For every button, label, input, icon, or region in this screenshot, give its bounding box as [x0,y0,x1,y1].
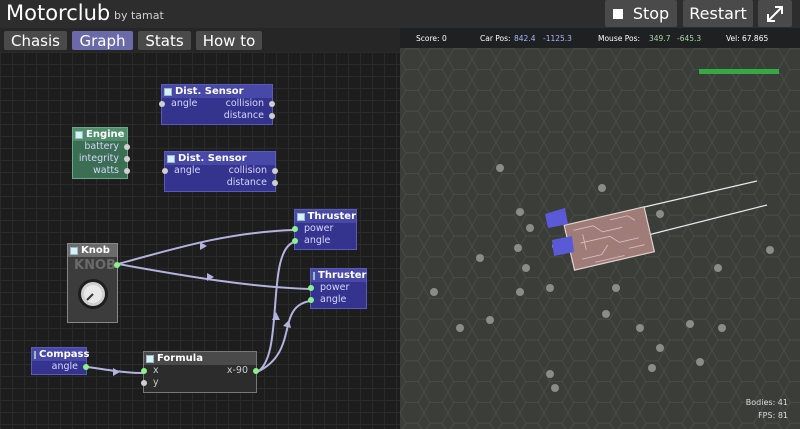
restart-button[interactable]: Restart [683,0,753,27]
game-viewport[interactable]: Score: 0 Car Pos: 842.4 -1125.3 Mouse Po… [400,28,800,429]
output-port[interactable] [269,101,275,107]
tab-label: How to [202,31,256,50]
node-title: Formula [157,353,203,364]
wire-arrow [283,320,291,328]
port-label: angle [171,98,198,109]
wire-knob-thruster1 [117,229,295,265]
sensor-ray [639,180,758,209]
port-label: angle [304,235,331,246]
output-port[interactable] [269,113,275,119]
port-label: x [153,365,159,376]
node-title: Dist. Sensor [178,153,247,164]
port-label: y [153,377,159,388]
output-port[interactable] [83,364,89,370]
stop-icon [612,8,623,19]
node-title: Knob [81,245,110,256]
port-label: distance [226,177,267,188]
wire-arrow [207,273,214,281]
port-label: angle [174,165,201,176]
tab-graph[interactable]: Graph [72,31,133,50]
formula-expression[interactable]: x-90 [227,365,248,377]
output-port[interactable] [124,156,130,162]
output-port[interactable] [124,168,130,174]
node-compass[interactable]: Compass angle [31,347,90,375]
node-knob[interactable]: Knob KNOB [67,243,120,323]
node-enable-checkbox[interactable] [297,212,305,221]
node-enable-checkbox[interactable] [164,87,172,96]
node-formula[interactable]: Formula x x-90 y [141,351,259,393]
node-enable-checkbox[interactable] [146,354,154,363]
input-port[interactable] [308,297,314,303]
restart-label: Restart [689,4,747,23]
knob-label: KNOB [74,258,116,273]
app-byline: by tamat [114,9,164,22]
input-port[interactable] [292,226,298,232]
port-label: collision [225,98,264,109]
port-label: angle [320,294,347,305]
port-label: integrity [78,153,119,164]
port-label: distance [223,110,264,121]
output-port[interactable] [124,144,130,150]
output-port[interactable] [114,262,120,268]
output-port[interactable] [272,180,278,186]
wire-compass-formula [86,366,144,374]
wire-arrow [200,242,207,250]
node-title: Dist. Sensor [175,86,244,97]
node-thruster-2[interactable]: Thruster power angle [308,268,367,309]
port-label: power [320,282,350,293]
output-port[interactable] [272,168,278,174]
port-label: watts [93,165,119,176]
tab-label: Stats [145,31,184,50]
app-title: Motorclub [6,1,111,25]
wire-formula-thruster1 [256,241,295,373]
tab-label: Chasis [11,31,60,50]
node-enable-checkbox[interactable] [313,271,315,280]
fullscreen-button[interactable] [758,0,792,27]
input-port[interactable] [292,238,298,244]
node-title: Compass [39,349,90,360]
car-body [563,206,656,271]
wire-formula-thruster2 [256,300,311,373]
node-enable-checkbox[interactable] [70,246,78,255]
node-enable-checkbox[interactable] [34,350,36,359]
input-port[interactable] [159,101,165,107]
input-port[interactable] [141,368,147,374]
input-port[interactable] [141,380,147,386]
stop-label: Stop [632,4,670,23]
bodies-count: Bodies: 41 [745,398,788,407]
input-port[interactable] [308,285,314,291]
tab-stats[interactable]: Stats [138,31,191,50]
port-label: angle [51,361,78,372]
sensor-ray [647,204,768,236]
node-thruster-1[interactable]: Thruster power angle [292,209,357,250]
output-port[interactable] [253,368,259,374]
wire-arrow [272,312,280,320]
tab-bar: Chasis Graph Stats How to [0,28,400,52]
tab-howto[interactable]: How to [196,31,262,50]
node-engine[interactable]: Engine battery integrity watts [72,127,130,179]
node-dist-sensor-1[interactable]: Dist. Sensor angle collision distance [159,84,275,125]
fps-counter: FPS: 81 [758,411,788,420]
node-dist-sensor-2[interactable]: Dist. Sensor angle collision distance [162,151,278,192]
node-title: Thruster [318,270,367,281]
node-enable-checkbox[interactable] [167,154,175,163]
graph-editor[interactable]: Dist. Sensor angle collision distance Eng… [0,52,400,429]
port-label: power [304,223,334,234]
port-label: battery [84,141,119,152]
port-label: collision [228,165,267,176]
stop-button[interactable]: Stop [605,0,677,27]
tab-chasis[interactable]: Chasis [4,31,67,50]
wire-arrow [113,368,120,376]
input-port[interactable] [162,168,168,174]
expand-icon [767,5,783,22]
knob-dial-icon[interactable] [77,278,109,310]
car [545,180,768,271]
node-title: Thruster [307,211,356,222]
node-enable-checkbox[interactable] [75,130,83,139]
tab-label: Graph [79,31,126,50]
node-title: Engine [86,129,125,140]
title-bar: Motorclub by tamat Stop Restart [0,0,800,28]
wire-knob-thruster2 [117,263,311,290]
